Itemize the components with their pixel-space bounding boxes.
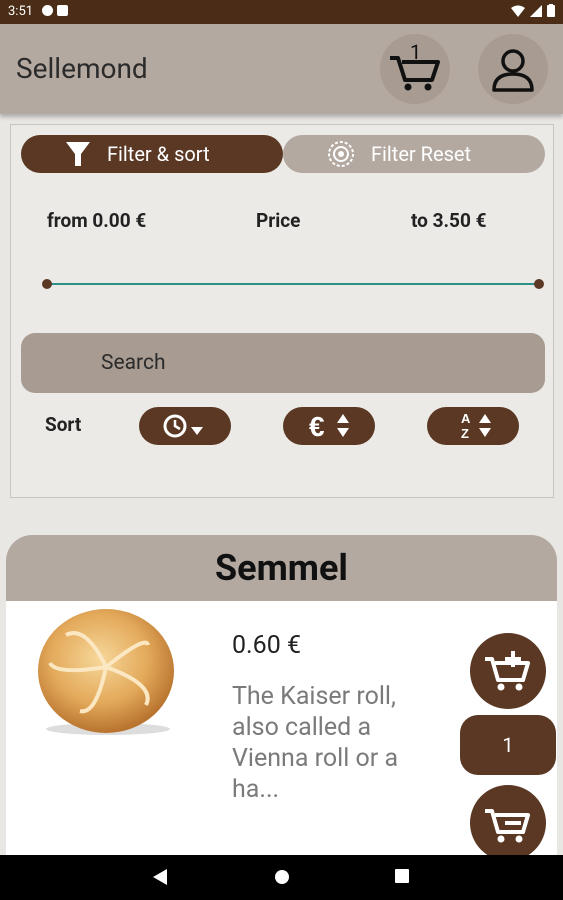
search-input[interactable]: Search xyxy=(21,333,545,393)
slider-track xyxy=(47,283,539,285)
status-bar: 3:51 xyxy=(0,0,563,24)
product-card-header: Semmel xyxy=(6,535,557,601)
status-right-icons xyxy=(511,4,555,17)
reset-icon xyxy=(328,141,354,167)
price-from-label: from 0.00 € xyxy=(47,209,147,232)
svg-text:€: € xyxy=(309,411,325,442)
home-icon[interactable] xyxy=(274,869,290,885)
sort-by-time-icon xyxy=(163,414,203,438)
cart-add-icon xyxy=(485,651,530,691)
slider-min-thumb[interactable] xyxy=(42,279,52,289)
product-description: The Kaiser roll, also called a Vienna ro… xyxy=(232,682,399,804)
price-range-slider[interactable] xyxy=(42,279,544,289)
status-time: 3:51 xyxy=(8,4,34,19)
app-title: Sellemond xyxy=(16,52,148,85)
sd-card-icon xyxy=(57,5,68,16)
svg-text:Z: Z xyxy=(461,426,469,441)
sort-by-price-icon: € xyxy=(309,411,349,442)
filter-sort-label: Filter & sort xyxy=(107,142,210,166)
sort-alphabetical-icon: A Z xyxy=(461,411,491,441)
search-placeholder: Search xyxy=(101,351,166,375)
filter-reset-button[interactable]: Filter Reset xyxy=(283,135,545,173)
back-icon[interactable] xyxy=(153,869,167,885)
account-button[interactable] xyxy=(478,34,548,104)
product-card: Semmel 0.60 € The Kaiser roll, also call… xyxy=(6,535,557,861)
wifi-icon xyxy=(511,5,525,17)
sort-label: Sort xyxy=(45,413,82,436)
notification-icon xyxy=(42,5,53,16)
battery-icon xyxy=(547,4,555,17)
filter-reset-label: Filter Reset xyxy=(371,142,472,166)
cart-button[interactable]: 1 xyxy=(380,34,450,104)
funnel-icon xyxy=(66,142,90,166)
remove-from-cart-button[interactable] xyxy=(470,785,546,861)
quantity-display: 1 xyxy=(460,715,556,775)
kaiser-roll-image xyxy=(38,609,174,735)
cart-count-badge: 1 xyxy=(410,40,422,64)
price-label: Price xyxy=(256,209,301,232)
product-card-body: 0.60 € The Kaiser roll, also called a Vi… xyxy=(6,601,557,861)
sort-row: Sort € A Z xyxy=(11,407,555,447)
cart-remove-icon xyxy=(485,809,530,843)
svg-text:A: A xyxy=(461,411,471,426)
price-to-label: to 3.50 € xyxy=(411,209,487,232)
filter-sort-button[interactable]: Filter & sort xyxy=(21,135,283,173)
app-bar: Sellemond 1 xyxy=(0,24,563,114)
sort-by-price-button[interactable]: € xyxy=(283,407,375,445)
add-to-cart-button[interactable] xyxy=(470,633,546,709)
filter-panel: Filter & sort Filter Reset from 0.00 € P… xyxy=(10,124,554,498)
user-icon xyxy=(492,49,534,92)
system-navigation-bar xyxy=(0,855,563,900)
sort-alphabetical-button[interactable]: A Z xyxy=(427,407,519,445)
recents-icon[interactable] xyxy=(395,869,409,883)
notification-icons xyxy=(42,5,68,16)
slider-max-thumb[interactable] xyxy=(534,279,544,289)
signal-icon xyxy=(530,4,542,17)
product-title: Semmel xyxy=(215,547,348,589)
product-price: 0.60 € xyxy=(232,631,301,660)
sort-by-time-button[interactable] xyxy=(139,407,231,445)
